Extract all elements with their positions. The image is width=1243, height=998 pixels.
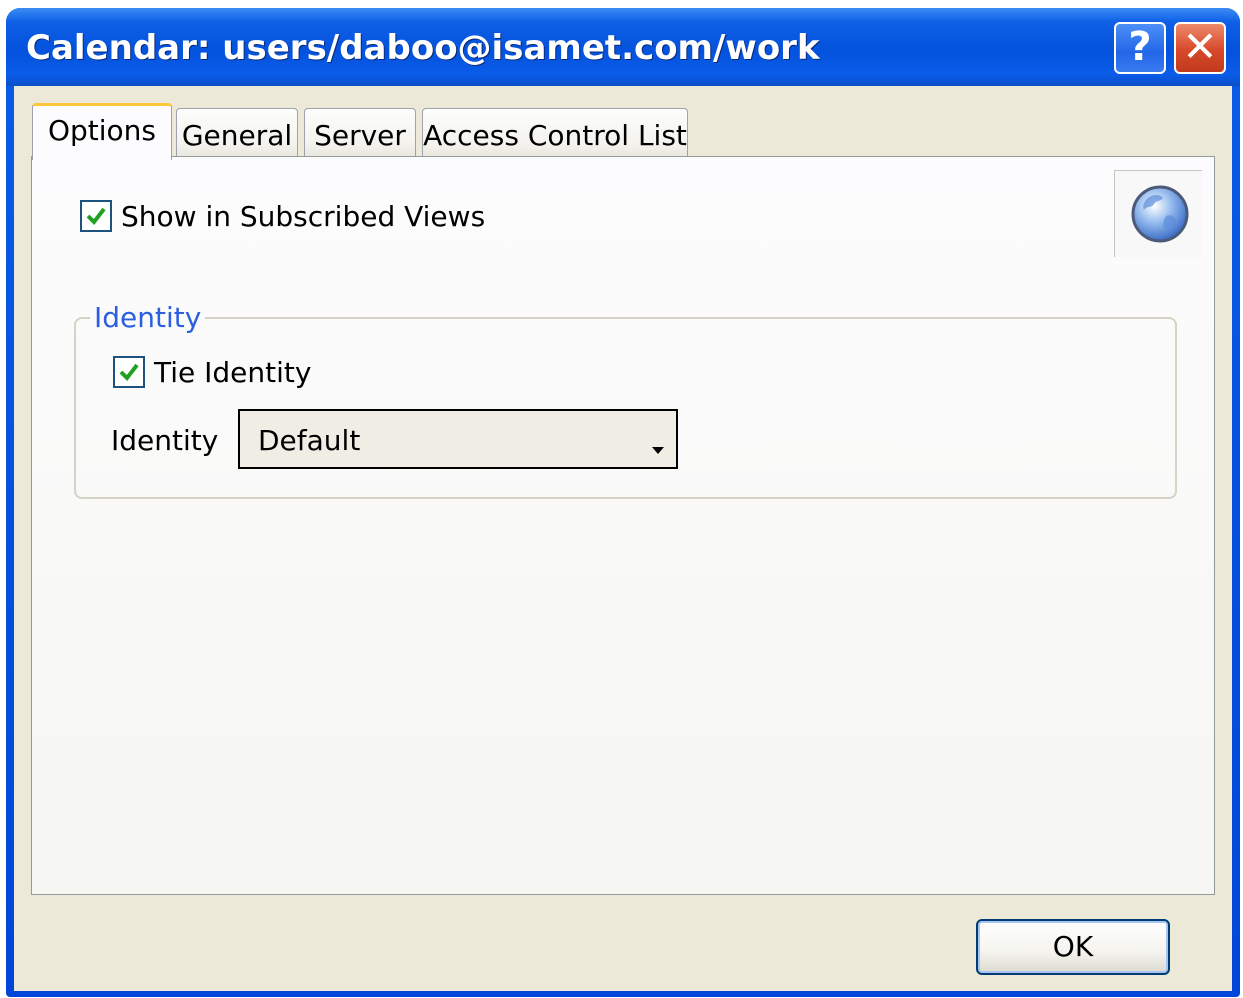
- identity-select[interactable]: Default: [238, 409, 678, 469]
- close-button[interactable]: ✕: [1174, 22, 1226, 74]
- dialog-client-area: Options General Server Access Control Li…: [14, 86, 1232, 991]
- tab-acl-label: Access Control List: [423, 119, 687, 152]
- tab-general-label: General: [181, 119, 293, 152]
- tab-options[interactable]: Options: [32, 103, 172, 160]
- globe-icon-box: [1114, 170, 1202, 257]
- tab-server[interactable]: Server: [304, 108, 416, 158]
- window-title: Calendar: users/daboo@isamet.com/work: [26, 28, 820, 68]
- tie-identity-checkbox[interactable]: [113, 356, 145, 388]
- show-subscribed-label[interactable]: Show in Subscribed Views: [121, 200, 485, 233]
- tab-server-label: Server: [314, 119, 406, 152]
- tab-access-control-list[interactable]: Access Control List: [422, 108, 688, 158]
- tab-general[interactable]: General: [176, 108, 298, 158]
- help-button[interactable]: ?: [1114, 22, 1166, 74]
- checkmark-icon: [86, 207, 106, 226]
- tab-options-label: Options: [47, 114, 157, 147]
- checkmark-icon: [119, 363, 139, 382]
- identity-group-title: Identity: [90, 301, 206, 334]
- show-subscribed-checkbox[interactable]: [80, 200, 112, 232]
- ok-button[interactable]: OK: [976, 919, 1170, 975]
- identity-select-value: Default: [258, 424, 361, 457]
- options-panel: Show in Subscribed Views Identity Tie Id…: [31, 156, 1215, 895]
- tie-identity-label[interactable]: Tie Identity: [154, 356, 311, 389]
- dialog-window: Calendar: users/daboo@isamet.com/work ? …: [6, 8, 1240, 997]
- globe-icon: [1131, 185, 1189, 243]
- identity-groupbox: [74, 317, 1177, 499]
- identity-field-label: Identity: [111, 424, 219, 457]
- title-bar[interactable]: Calendar: users/daboo@isamet.com/work ? …: [6, 8, 1240, 86]
- chevron-down-icon: [652, 447, 664, 454]
